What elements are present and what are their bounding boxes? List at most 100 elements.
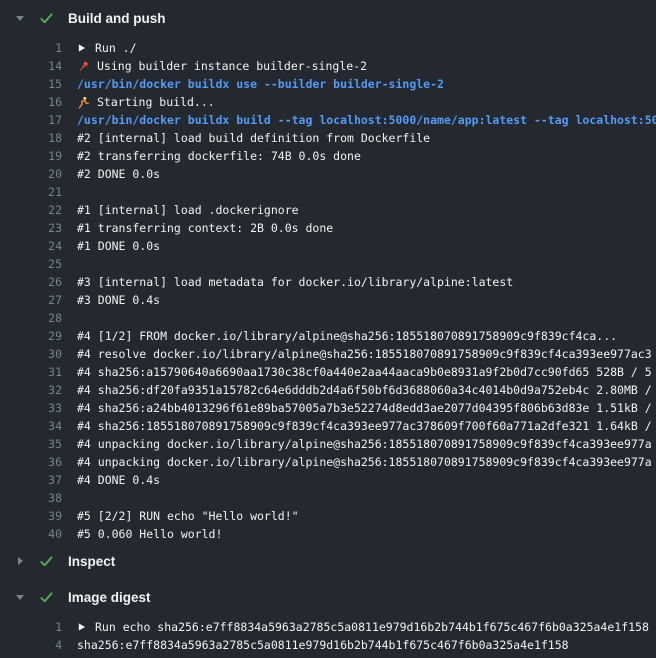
line-number[interactable]: 26 xyxy=(0,273,62,291)
line-number[interactable]: 29 xyxy=(0,327,62,345)
log-text: Run echo sha256:e7ff8834a5963a2785c5a081… xyxy=(77,618,649,636)
log-line: 23 #1 transferring context: 2B 0.0s done xyxy=(0,219,656,237)
line-number[interactable]: 36 xyxy=(0,453,62,471)
log-text: Using builder instance builder-single-2 xyxy=(77,57,367,75)
log-text: #5 [2/2] RUN echo "Hello world!" xyxy=(77,507,299,525)
line-number[interactable]: 30 xyxy=(0,345,62,363)
line-number[interactable]: 20 xyxy=(0,165,62,183)
line-number[interactable]: 32 xyxy=(0,381,62,399)
log-line: 21 xyxy=(0,183,656,201)
check-icon xyxy=(39,554,54,569)
log-line: 20 #2 DONE 0.0s xyxy=(0,165,656,183)
log-line: 28 xyxy=(0,309,656,327)
log-text: #2 DONE 0.0s xyxy=(77,165,160,183)
line-number[interactable]: 25 xyxy=(0,255,62,273)
line-number[interactable]: 34 xyxy=(0,417,62,435)
line-number[interactable]: 19 xyxy=(0,147,62,165)
chevron-right-icon[interactable] xyxy=(14,556,26,566)
section-log-lines: 1 Run echo sha256:e7ff8834a5963a2785c5a08… xyxy=(0,615,656,654)
log-text: #4 unpacking docker.io/library/alpine@sh… xyxy=(77,435,652,453)
section-title: Inspect xyxy=(68,554,115,569)
log-line: 1 Run ./ xyxy=(0,39,656,57)
log-text: #1 [internal] load .dockerignore xyxy=(77,201,299,219)
check-icon xyxy=(39,590,54,605)
log-line: 25 xyxy=(0,255,656,273)
log-text: #1 DONE 0.0s xyxy=(77,237,160,255)
log-text: #3 DONE 0.4s xyxy=(77,291,160,309)
line-number[interactable]: 33 xyxy=(0,399,62,417)
section-header-image-digest[interactable]: Image digest xyxy=(0,579,656,615)
log-text: /usr/bin/docker buildx build --tag local… xyxy=(77,111,656,129)
log-text: /usr/bin/docker buildx use --builder bui… xyxy=(77,75,444,93)
log-line: 36 #4 unpacking docker.io/library/alpine@… xyxy=(0,453,656,471)
line-number[interactable]: 35 xyxy=(0,435,62,453)
log-line: 26 #3 [internal] load metadata for docker… xyxy=(0,273,656,291)
log-text: Starting build... xyxy=(77,93,215,111)
line-number[interactable]: 27 xyxy=(0,291,62,309)
log-text: #4 sha256:185518070891758909c9f839cf4ca3… xyxy=(77,417,652,435)
log-text: #5 0.060 Hello world! xyxy=(77,525,222,543)
log-line: 34 #4 sha256:185518070891758909c9f839cf4c… xyxy=(0,417,656,435)
line-number[interactable]: 21 xyxy=(0,183,62,201)
line-number[interactable]: 15 xyxy=(0,75,62,93)
log-line: 24 #1 DONE 0.0s xyxy=(0,237,656,255)
section-title: Image digest xyxy=(68,590,151,605)
log-section-inspect: Inspect xyxy=(0,543,656,579)
line-number[interactable]: 28 xyxy=(0,309,62,327)
log-text: #4 sha256:df20fa9351a15782c64e6dddb2d4a6… xyxy=(77,381,652,399)
log-line: 29 #4 [1/2] FROM docker.io/library/alpine… xyxy=(0,327,656,345)
log-text: #2 transferring dockerfile: 74B 0.0s don… xyxy=(77,147,361,165)
log-text: #1 transferring context: 2B 0.0s done xyxy=(77,219,333,237)
log-text: sha256:e7ff8834a5963a2785c5a0811e979d16b… xyxy=(77,636,569,654)
line-number[interactable]: 16 xyxy=(0,93,62,111)
section-log-lines: 1 Run ./ 14 Using builder instance builder-… xyxy=(0,36,656,543)
line-number[interactable]: 31 xyxy=(0,363,62,381)
chevron-down-icon[interactable] xyxy=(14,592,26,602)
log-text: #4 [1/2] FROM docker.io/library/alpine@s… xyxy=(77,327,617,345)
check-icon xyxy=(39,11,54,26)
log-line: 30#4 resolve docker.io/library/alpine@sh… xyxy=(0,345,656,363)
log-text: #3 [internal] load metadata for docker.i… xyxy=(77,273,513,291)
log-line: 4 sha256:e7ff8834a5963a2785c5a0811e979d16… xyxy=(0,636,656,654)
line-number[interactable]: 18 xyxy=(0,129,62,147)
log-line: 19 #2 transferring dockerfile: 74B 0.0s d… xyxy=(0,147,656,165)
log-line: 40 #5 0.060 Hello world! xyxy=(0,525,656,543)
expand-group-icon[interactable] xyxy=(77,622,86,632)
line-number[interactable]: 1 xyxy=(0,39,62,57)
line-number[interactable]: 17 xyxy=(0,111,62,129)
log-line: 31 #4 sha256:a15790640a6690aa1730c38cf0a4… xyxy=(0,363,656,381)
line-number[interactable]: 39 xyxy=(0,507,62,525)
log-line: 27 #3 DONE 0.4s xyxy=(0,291,656,309)
log-line: 1 Run echo sha256:e7ff8834a5963a2785c5a08… xyxy=(0,618,656,636)
log-text: #4 sha256:a15790640a6690aa1730c38cf0a440… xyxy=(77,363,652,381)
log-line: 17/usr/bin/docker buildx build --tag loc… xyxy=(0,111,656,129)
log-section-build-and-push: Build and push 1 Run ./ 14 Using builder in… xyxy=(0,0,656,543)
log-line: 15/usr/bin/docker buildx use --builder b… xyxy=(0,75,656,93)
line-number[interactable]: 24 xyxy=(0,237,62,255)
log-line: 14 Using builder instance builder-single-… xyxy=(0,57,656,75)
log-section-image-digest: Image digest 1 Run echo sha256:e7ff8834a5… xyxy=(0,579,656,654)
line-number[interactable]: 14 xyxy=(0,57,62,75)
line-number[interactable]: 4 xyxy=(0,636,62,654)
section-header-build-and-push[interactable]: Build and push xyxy=(0,0,656,36)
log-line: 32 #4 sha256:df20fa9351a15782c64e6dddb2d4… xyxy=(0,381,656,399)
log-line: 18 #2 [internal] load build definition fr… xyxy=(0,129,656,147)
log-text: #4 DONE 0.4s xyxy=(77,471,160,489)
line-number[interactable]: 40 xyxy=(0,525,62,543)
log-text: #4 unpacking docker.io/library/alpine@sh… xyxy=(77,453,652,471)
line-number[interactable]: 22 xyxy=(0,201,62,219)
line-number[interactable]: 1 xyxy=(0,618,62,636)
line-number[interactable]: 23 xyxy=(0,219,62,237)
log-text: #2 [internal] load build definition from… xyxy=(77,129,430,147)
chevron-down-icon[interactable] xyxy=(14,13,26,23)
log-text: Run ./ xyxy=(77,39,137,57)
section-title: Build and push xyxy=(68,11,166,26)
log-text: #4 sha256:a24bb4013296f61e89ba57005a7b3e… xyxy=(77,399,652,417)
line-number[interactable]: 38 xyxy=(0,489,62,507)
log-line: 39 #5 [2/2] RUN echo "Hello world!" xyxy=(0,507,656,525)
line-number[interactable]: 37 xyxy=(0,471,62,489)
section-header-inspect[interactable]: Inspect xyxy=(0,543,656,579)
expand-group-icon[interactable] xyxy=(77,43,86,53)
workflow-log-viewer: Build and push 1Run ./14Using builder in… xyxy=(0,0,656,658)
pushpin-icon xyxy=(77,60,90,73)
